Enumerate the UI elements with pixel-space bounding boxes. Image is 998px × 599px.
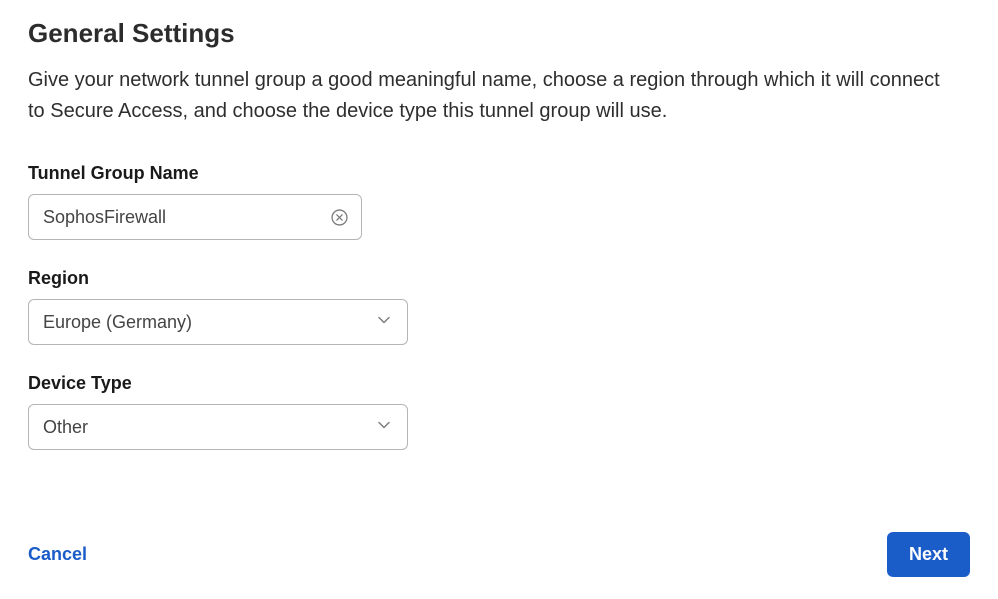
page-title: General Settings	[28, 18, 970, 49]
device-type-label: Device Type	[28, 373, 970, 394]
next-button[interactable]: Next	[887, 532, 970, 577]
tunnel-group-name-field: Tunnel Group Name	[28, 163, 970, 240]
device-type-field: Device Type Other	[28, 373, 970, 450]
footer-actions: Cancel Next	[28, 532, 970, 577]
tunnel-group-name-label: Tunnel Group Name	[28, 163, 970, 184]
region-field: Region Europe (Germany)	[28, 268, 970, 345]
region-select[interactable]: Europe (Germany)	[28, 299, 408, 345]
device-type-select[interactable]: Other	[28, 404, 408, 450]
tunnel-group-name-input[interactable]	[28, 194, 362, 240]
region-label: Region	[28, 268, 970, 289]
page-description: Give your network tunnel group a good me…	[28, 65, 958, 127]
cancel-button[interactable]: Cancel	[28, 544, 87, 565]
clear-input-icon[interactable]	[330, 208, 348, 226]
